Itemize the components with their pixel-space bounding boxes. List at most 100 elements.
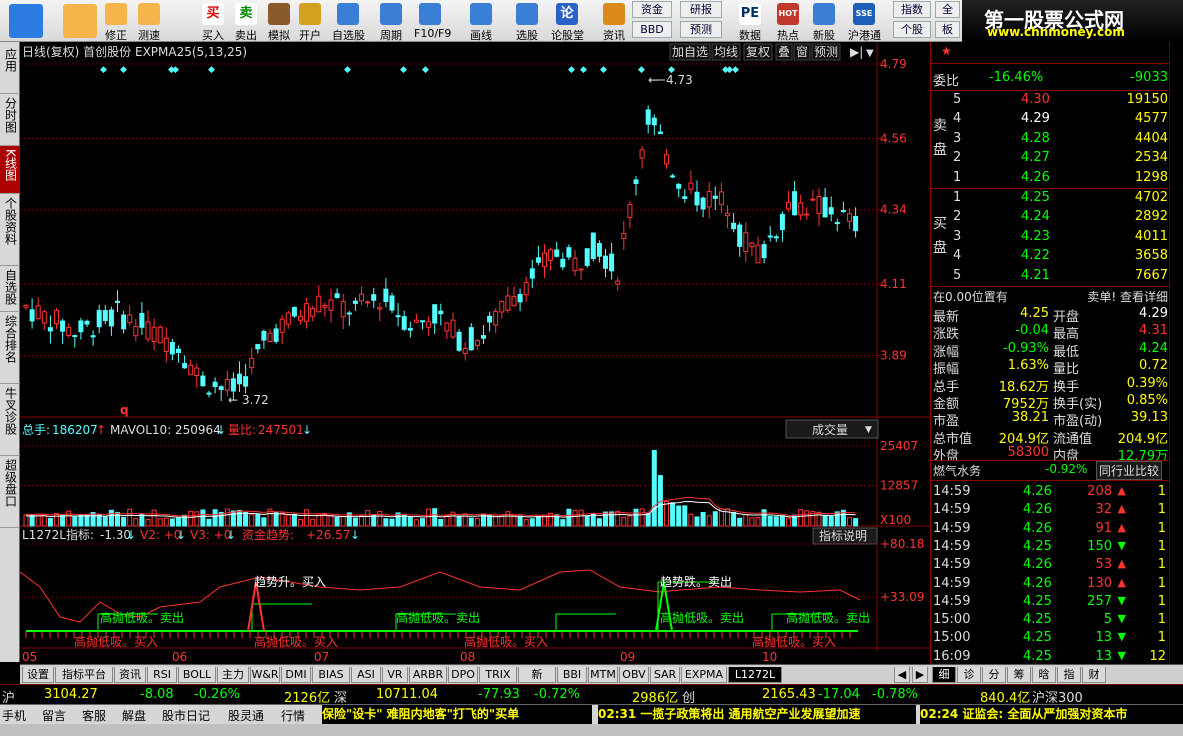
ask-row[interactable]: 2 4.27 2534 <box>931 149 1183 168</box>
toolbar-hot-button[interactable]: HOT 热点 <box>772 0 804 42</box>
tab-vr[interactable]: VR <box>382 667 408 683</box>
tab-bias[interactable]: BIAS <box>312 667 350 683</box>
tab-asi[interactable]: ASI <box>351 667 381 683</box>
chart-next-icon[interactable]: ▶| <box>850 45 863 59</box>
tab-mtm[interactable]: MTM <box>588 667 618 683</box>
nav-kline[interactable]: K线图 <box>0 146 20 194</box>
right-scrollbar[interactable] <box>1169 42 1183 664</box>
nav-diagnosis[interactable]: 牛叉诊股 <box>0 384 20 456</box>
right-tab[interactable]: 晗 <box>1032 667 1056 683</box>
tab-新dma[interactable]: 新DMA <box>518 667 556 696</box>
tab-l1272l[interactable]: L1272L <box>728 667 782 683</box>
tab-w&r[interactable]: W&R <box>250 667 280 683</box>
bid-row[interactable]: 3 4.23 4011 <box>931 228 1183 247</box>
toolbar-buy-button[interactable]: 买买入 <box>197 0 229 42</box>
news-ticker-3[interactable]: 02:24 证监会: 全面从严加强对资本市 <box>920 705 1183 724</box>
capital-button[interactable]: 资金 <box>632 1 672 18</box>
footer-item[interactable]: 客服 <box>82 707 106 724</box>
ask-row[interactable]: 1 4.26 1298 <box>931 169 1183 188</box>
tab-expma[interactable]: EXPMA <box>681 667 727 683</box>
tab-bbi[interactable]: BBI <box>557 667 587 683</box>
ask-row[interactable]: 3 4.28 4404 <box>931 130 1183 149</box>
toolbar-pen-button[interactable]: 画线 <box>465 0 497 42</box>
tab-arbr[interactable]: ARBR <box>409 667 447 683</box>
chart-toolbar-item[interactable]: 复权 <box>743 43 773 61</box>
all-button[interactable]: 全 <box>935 1 960 18</box>
chart-toolbar-item[interactable]: 加自选 <box>669 43 711 61</box>
toolbar-lock-button[interactable]: 开户 <box>294 0 326 42</box>
research-button[interactable]: 研报 <box>680 1 722 18</box>
footer-item[interactable]: 解盘 <box>122 707 146 724</box>
bid-row[interactable]: 4 4.22 3658 <box>931 247 1183 266</box>
right-tab[interactable]: 筹 <box>1007 667 1031 683</box>
tab-dpo[interactable]: DPO <box>448 667 478 683</box>
forecast-button[interactable]: 预测 <box>680 21 722 38</box>
volume-dropdown[interactable]: 成交量 ▼ <box>785 419 879 439</box>
chart-menu-icon[interactable]: ▼ <box>866 48 874 59</box>
toolbar-clock-button[interactable]: 周期 <box>375 0 407 42</box>
toolbar-star-button[interactable]: 自选股 <box>332 0 365 42</box>
toolbar-info-button[interactable]: 资讯 <box>598 0 630 42</box>
footer-item[interactable]: 留言 <box>42 707 66 724</box>
tab-obv[interactable]: OBV <box>619 667 649 683</box>
right-tab[interactable]: 诊 <box>957 667 981 683</box>
right-tab[interactable]: 分 <box>982 667 1006 683</box>
bid-row[interactable]: 1 4.25 4702 <box>931 189 1183 208</box>
toolbar-forum-button[interactable]: 论论股堂 <box>551 0 584 42</box>
tab-scroll-right-icon[interactable]: ▶ <box>912 667 928 683</box>
right-tab[interactable]: 财 <box>1082 667 1106 683</box>
tab-设置[interactable]: 设置 <box>22 667 54 683</box>
tab-rsi[interactable]: RSI <box>147 667 177 683</box>
chart-toolbar-item[interactable]: 均线 <box>711 43 741 61</box>
tab-dmi[interactable]: DMI <box>281 667 311 683</box>
sector-compare-button[interactable]: 同行业比较 <box>1095 461 1162 480</box>
ask-row[interactable]: 5 4.30 19150 <box>931 91 1183 110</box>
tab-sar[interactable]: SAR <box>650 667 680 683</box>
stock-star-icon[interactable]: ★ <box>941 44 952 58</box>
toolbar-grid-button[interactable] <box>4 0 48 42</box>
toolbar-new-stock-button[interactable]: 新股 <box>808 0 840 42</box>
chart-toolbar-item[interactable]: 窗 <box>793 43 811 61</box>
nav-apps[interactable]: 应用 <box>0 42 20 94</box>
nav-super-depth[interactable]: 超级盘口 <box>0 456 20 528</box>
kline-chart-area[interactable]: 日线(复权) 首创股份 EXPMA25(5,13,25) 加自选 均线 复权叠窗预测… <box>19 42 930 664</box>
tab-资讯[interactable]: 资讯 <box>114 667 146 683</box>
view-detail-link[interactable]: 卖单! 查看详细 <box>1087 288 1168 305</box>
tab-boll[interactable]: BOLL <box>178 667 216 683</box>
footer-item[interactable]: 行情 <box>281 707 305 724</box>
chart-toolbar-item[interactable]: 预测 <box>811 43 841 61</box>
toolbar-pe-button[interactable]: PE 数据 <box>734 0 766 42</box>
news-ticker-1[interactable]: 保险"设卡" 难阻内地客"打飞的"买单 <box>322 705 592 724</box>
toolbar-up-arrow-button[interactable]: 修正 <box>100 0 132 42</box>
footer-item[interactable]: 股市日记 <box>162 707 210 724</box>
indicator-help-button[interactable]: 指标说明 <box>812 527 878 545</box>
nav-stock-info[interactable]: 个股资料 <box>0 194 20 266</box>
nav-watchlist[interactable]: 自选股 <box>0 266 20 312</box>
toolbar-screen-button[interactable]: 选股 <box>511 0 543 42</box>
toolbar-hammer-button[interactable]: 模拟 <box>263 0 295 42</box>
bid-row[interactable]: 2 4.24 2892 <box>931 208 1183 227</box>
right-tab[interactable]: 指 <box>1057 667 1081 683</box>
tab-主力[interactable]: 主力 <box>217 667 249 683</box>
news-ticker-2[interactable]: 02:31 一揽子政策将出 通用航空产业发展望加速 <box>598 705 916 724</box>
toolbar-sse-hkex-button[interactable]: SSE 沪港通 <box>848 0 881 42</box>
nav-ranking[interactable]: 综合排名 <box>0 312 20 384</box>
stock-button[interactable]: 个股 <box>893 21 931 38</box>
tab-trix[interactable]: TRIX <box>479 667 517 683</box>
nav-timeshare[interactable]: 分时图 <box>0 94 20 146</box>
toolbar-back-arrow-button[interactable] <box>58 0 102 42</box>
kline-chart-svg[interactable]: 日线(复权) 首创股份 EXPMA25(5,13,25) 加自选 均线 复权叠窗预测… <box>19 42 930 664</box>
tab-指标平台[interactable]: 指标平台 <box>55 667 113 683</box>
sector-button[interactable]: 板 <box>935 21 960 38</box>
ask-row[interactable]: 4 4.29 4577 <box>931 110 1183 129</box>
toolbar-speed-button[interactable]: 测速 <box>133 0 165 42</box>
bid-row[interactable]: 5 4.21 7667 <box>931 267 1183 286</box>
bbd-button[interactable]: BBD <box>632 21 672 38</box>
toolbar-f10-button[interactable]: F10/F9 <box>414 0 451 42</box>
tab-scroll-left-icon[interactable]: ◀ <box>894 667 910 683</box>
footer-item[interactable]: 手机 <box>2 707 26 724</box>
index-button[interactable]: 指数 <box>893 1 931 18</box>
toolbar-sell-button[interactable]: 卖卖出 <box>230 0 262 42</box>
chart-toolbar-item[interactable]: 叠 <box>775 43 793 61</box>
footer-item[interactable]: 股灵通 <box>228 707 264 724</box>
